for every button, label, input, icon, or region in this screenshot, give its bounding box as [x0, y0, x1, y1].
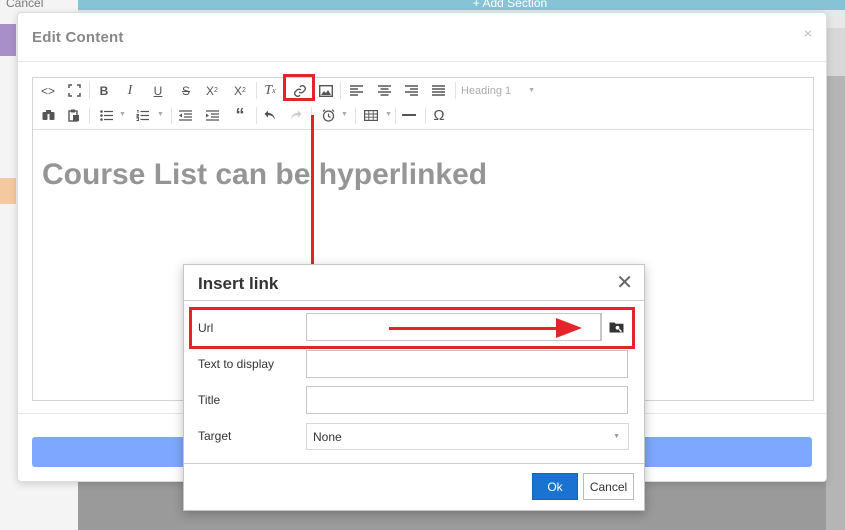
- text-to-display-field[interactable]: [306, 350, 628, 378]
- outdent-icon[interactable]: [174, 105, 196, 126]
- text-to-display-label: Text to display: [198, 357, 275, 371]
- toolbar-separator: [171, 107, 172, 124]
- underline-icon[interactable]: U: [147, 80, 169, 101]
- toolbar-separator: [89, 107, 90, 124]
- bg-right-strip-top: [826, 28, 845, 76]
- clear-format-icon[interactable]: Tx: [259, 80, 281, 101]
- annotation-arrow-line: [311, 115, 314, 287]
- paste-text-icon[interactable]: [63, 105, 85, 126]
- chevron-down-icon[interactable]: ▼: [119, 111, 126, 118]
- editor-content[interactable]: Course List can be hyperlinked: [42, 158, 487, 192]
- horizontal-rule-icon[interactable]: [398, 105, 420, 126]
- source-code-icon[interactable]: <>: [37, 80, 59, 101]
- toolbar-row-2: ▼ ▼ “ ▼ ▼ Ω: [33, 103, 813, 128]
- align-left-icon[interactable]: [345, 80, 367, 101]
- bullet-list-icon[interactable]: [95, 105, 117, 126]
- ok-button[interactable]: Ok: [532, 473, 578, 500]
- chevron-down-icon: ▼: [613, 433, 620, 440]
- title-field[interactable]: [306, 386, 628, 414]
- toolbar-row-1: <> B I U S X2 X2 Tx Heading 1 ▼: [33, 78, 813, 103]
- toolbar-separator: [355, 107, 356, 124]
- link-button-highlight: [283, 74, 315, 101]
- dialog-header-divider: [184, 300, 644, 301]
- target-select[interactable]: None ▼: [306, 423, 629, 450]
- find-replace-icon[interactable]: [37, 105, 59, 126]
- insert-link-title: Insert link: [198, 274, 279, 293]
- heading-select-value: Heading 1: [461, 84, 512, 97]
- image-icon[interactable]: [315, 80, 337, 101]
- chevron-down-icon[interactable]: ▼: [157, 111, 164, 118]
- chevron-down-icon[interactable]: ▼: [341, 111, 348, 118]
- undo-icon[interactable]: [259, 105, 281, 126]
- bg-right-strip: [826, 28, 845, 530]
- annotation-arrow-head: [556, 318, 582, 338]
- modal-close-icon[interactable]: ×: [804, 25, 812, 41]
- special-char-icon[interactable]: Ω: [428, 105, 450, 126]
- editor-toolbar: <> B I U S X2 X2 Tx Heading 1 ▼ ▼ ▼ “ ▼ …: [33, 74, 813, 130]
- modal-header-divider: [18, 61, 826, 62]
- table-icon[interactable]: [360, 105, 382, 126]
- bg-orange-block: [0, 178, 16, 204]
- insert-link-dialog: Insert link ✕ Url Text to display Title …: [183, 264, 645, 511]
- bg-purple-block: [0, 24, 16, 56]
- fullscreen-icon[interactable]: [63, 80, 85, 101]
- toolbar-separator: [256, 107, 257, 124]
- align-center-icon[interactable]: [373, 80, 395, 101]
- italic-icon[interactable]: I: [119, 80, 141, 101]
- cancel-button[interactable]: Cancel: [583, 473, 634, 500]
- redo-icon[interactable]: [285, 105, 307, 126]
- numbered-list-icon[interactable]: [131, 105, 153, 126]
- toolbar-separator: [89, 82, 90, 99]
- insert-time-icon[interactable]: [317, 105, 339, 126]
- subscript-icon[interactable]: X2: [201, 80, 223, 101]
- toolbar-separator: [256, 82, 257, 99]
- target-select-value: None: [313, 429, 342, 444]
- align-justify-icon[interactable]: [427, 80, 449, 101]
- annotation-arrow-line: [389, 327, 559, 330]
- strikethrough-icon[interactable]: S: [175, 80, 197, 101]
- modal-title: Edit Content: [32, 29, 124, 46]
- target-label: Target: [198, 429, 232, 443]
- toolbar-separator: [395, 107, 396, 124]
- chevron-down-icon: ▼: [528, 87, 535, 94]
- toolbar-separator: [455, 82, 456, 99]
- superscript-icon[interactable]: X2: [229, 80, 251, 101]
- chevron-down-icon[interactable]: ▼: [385, 111, 392, 118]
- align-right-icon[interactable]: [400, 80, 422, 101]
- dialog-footer-divider: [184, 463, 644, 464]
- bold-icon[interactable]: B: [93, 80, 115, 101]
- bg-cancel-link[interactable]: Cancel: [6, 0, 43, 10]
- title-label: Title: [198, 393, 221, 407]
- blockquote-icon[interactable]: “: [229, 105, 251, 126]
- toolbar-separator: [425, 107, 426, 124]
- toolbar-separator: [340, 82, 341, 99]
- indent-icon[interactable]: [201, 105, 223, 126]
- bg-add-section-label[interactable]: + Add Section: [440, 0, 580, 10]
- close-icon[interactable]: ✕: [616, 270, 633, 295]
- heading-select[interactable]: Heading 1 ▼: [461, 80, 541, 101]
